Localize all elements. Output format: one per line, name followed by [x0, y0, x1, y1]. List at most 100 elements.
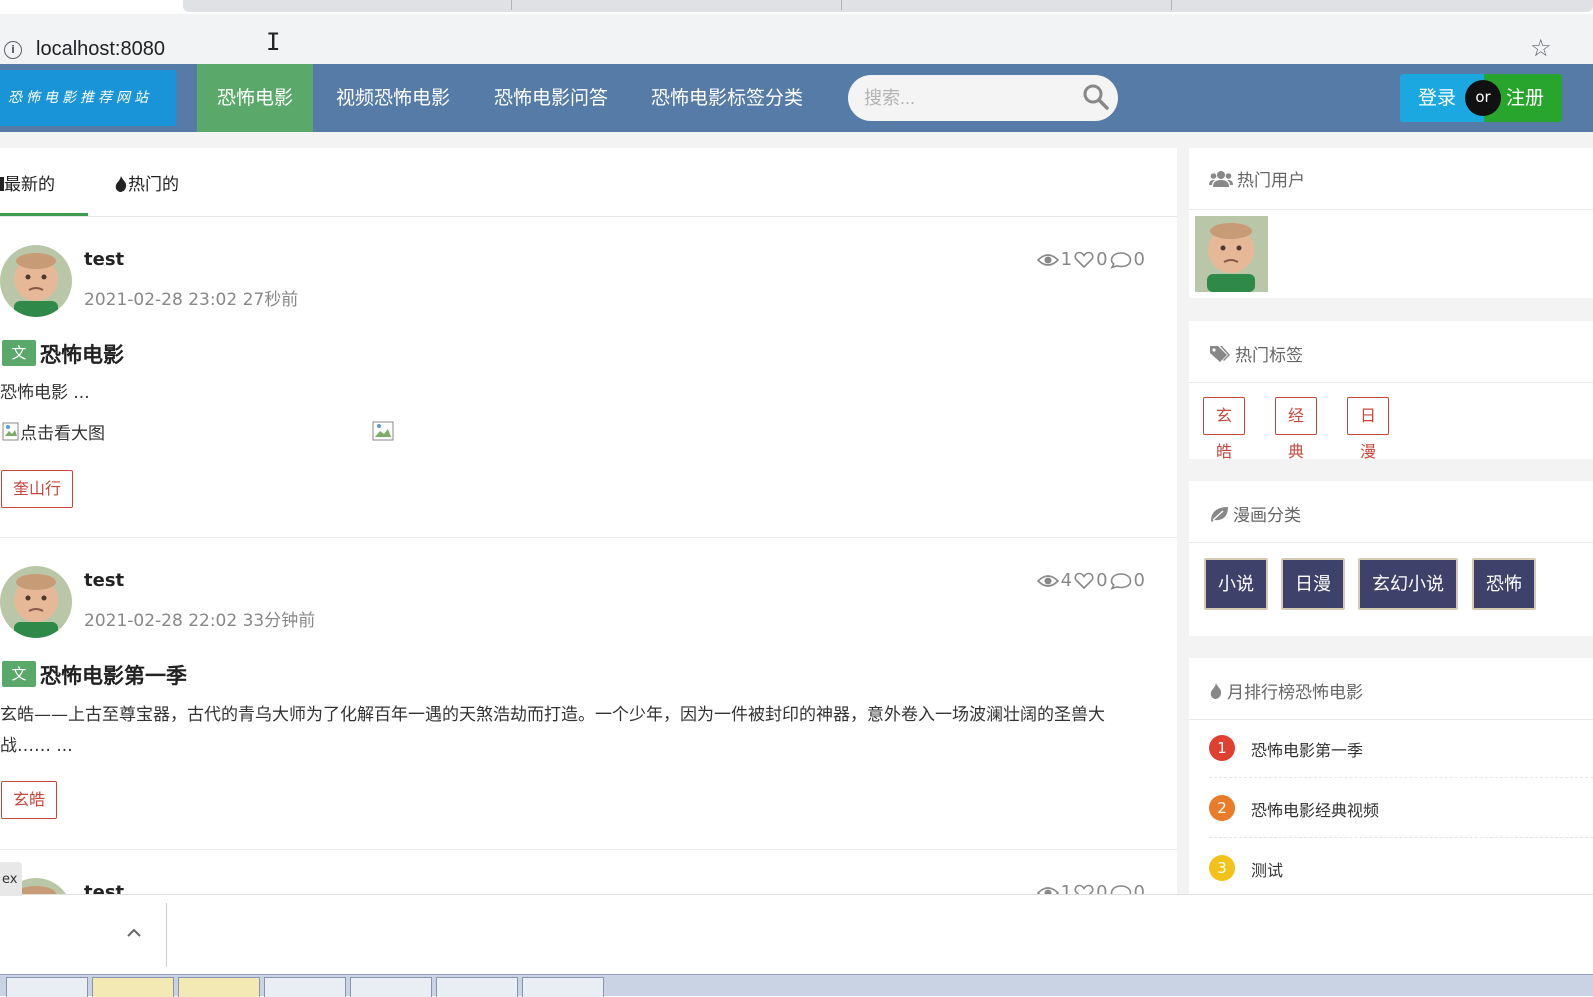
tab-hot[interactable]: 热门的: [114, 170, 179, 195]
browser-tabstrip: [0, 0, 1593, 14]
search-input[interactable]: [864, 85, 1084, 111]
avatar[interactable]: [0, 566, 72, 638]
post-card[interactable]: test 2021-02-28 22:02 33分钟前 4 0 0 文 恐怖电影…: [0, 538, 1177, 850]
post-card[interactable]: test 2021-02-28 23:02 27秒前 1 0 0 文 恐怖电影 …: [0, 217, 1177, 538]
tags-icon: [1210, 345, 1230, 362]
bookmark-star-icon[interactable]: ☆: [1530, 34, 1552, 62]
leaf-icon: [1211, 506, 1228, 522]
post-image-alt: 点击看大图: [20, 424, 105, 444]
view-count: 4: [1060, 570, 1073, 591]
nav-item-horror-qa[interactable]: 恐怖电影问答: [474, 64, 628, 132]
like-count: 0: [1096, 570, 1108, 591]
broken-image-icon: [372, 421, 394, 441]
comment-icon[interactable]: [1110, 884, 1132, 895]
category-button[interactable]: 日漫: [1281, 558, 1345, 610]
divider: [1189, 382, 1593, 383]
taskbar-item[interactable]: [350, 977, 432, 997]
post-excerpt: 玄皓——上古至尊宝器，古代的青乌大师为了化解百年一遇的天煞浩劫而打造。一个少年，…: [0, 705, 1105, 756]
url-text[interactable]: localhost:8080: [36, 38, 165, 61]
post-type-badge: 文: [2, 340, 36, 366]
rank-number: 3: [1209, 855, 1235, 881]
heart-icon[interactable]: [1074, 884, 1094, 895]
post-tag[interactable]: 玄皓: [1, 781, 58, 819]
auth-buttons: 登录 注册 or: [1400, 74, 1562, 122]
hot-user-avatar[interactable]: [1195, 216, 1268, 292]
ranking-item[interactable]: 2 恐怖电影经典视频: [1209, 778, 1593, 838]
post-image-thumb[interactable]: [372, 421, 394, 441]
floating-chip[interactable]: ex: [0, 862, 22, 896]
browser-tab-bar[interactable]: [183, 0, 1593, 12]
chevron-up-icon[interactable]: [126, 925, 142, 941]
nav-item-horror-tags[interactable]: 恐怖电影标签分类: [631, 64, 823, 132]
divider: [1189, 542, 1593, 543]
heart-icon[interactable]: [1074, 572, 1094, 590]
view-count: 1: [1060, 882, 1073, 894]
search-icon[interactable]: [1082, 83, 1110, 111]
monthly-ranking-widget: 月排行榜恐怖电影 1 恐怖电影第一季 2 恐怖电影经典视频 3 测试: [1189, 658, 1593, 894]
hot-tags-header: 热门标签: [1209, 341, 1303, 366]
search-box: [848, 75, 1118, 121]
tab-hot-label: 热门的: [128, 175, 179, 195]
hot-users-title: 热门用户: [1237, 171, 1305, 191]
ranking-item[interactable]: 3 测试: [1209, 838, 1593, 898]
taskbar-item[interactable]: [264, 977, 346, 997]
post-title[interactable]: 恐怖电影: [40, 339, 124, 369]
post-tag[interactable]: 奎山行: [1, 470, 74, 508]
rank-title[interactable]: 恐怖电影经典视频: [1251, 797, 1379, 821]
nav-item-horror-movies[interactable]: 恐怖电影: [197, 64, 314, 132]
categories-widget: 漫画分类 小说 日漫 玄幻小说 恐怖: [1189, 481, 1593, 636]
category-button[interactable]: 小说: [1204, 558, 1268, 610]
users-icon: [1209, 170, 1233, 187]
hot-tag[interactable]: 日漫: [1347, 397, 1390, 461]
post-type-badge: 文: [2, 661, 36, 687]
ranking-item[interactable]: 1 恐怖电影第一季: [1209, 718, 1593, 778]
active-tab-underline: [0, 213, 88, 216]
avatar[interactable]: [0, 245, 72, 317]
feed-tabs: 最新的 热门的: [0, 148, 1177, 217]
or-badge: or: [1465, 80, 1501, 116]
heart-icon[interactable]: [1074, 251, 1094, 269]
like-count: 0: [1096, 882, 1108, 894]
category-button[interactable]: 恐怖: [1472, 558, 1536, 610]
fire-icon: [1210, 682, 1222, 699]
os-taskbar: [0, 974, 1593, 997]
comment-icon[interactable]: [1109, 251, 1132, 269]
post-feed: 最新的 热门的 test 2021-02-28 23:02 27秒前 1 0 0…: [0, 148, 1177, 894]
rank-title[interactable]: 恐怖电影第一季: [1251, 737, 1363, 761]
tab-latest[interactable]: 最新的: [0, 170, 55, 195]
rank-number: 1: [1209, 735, 1235, 761]
broken-image-icon: [2, 422, 19, 440]
rank-number: 2: [1209, 795, 1235, 821]
hot-tag[interactable]: 经典: [1275, 397, 1318, 461]
comment-icon[interactable]: [1109, 572, 1132, 590]
post-title[interactable]: 恐怖电影第一季: [40, 660, 187, 690]
hot-tags-title: 热门标签: [1235, 346, 1303, 366]
eye-icon: [1036, 574, 1059, 587]
hot-tags-widget: 热门标签 玄皓 经典 日漫: [1189, 321, 1593, 461]
post-author[interactable]: test: [84, 249, 124, 270]
info-icon[interactable]: i: [4, 41, 22, 59]
taskbar-item[interactable]: [522, 977, 604, 997]
taskbar-item[interactable]: [178, 977, 260, 997]
post-date: 2021-02-28 22:02 33分钟前: [84, 611, 316, 631]
comment-count: 0: [1133, 249, 1145, 270]
nav-item-video-horror[interactable]: 视频恐怖电影: [316, 64, 470, 132]
comment-count: 0: [1133, 882, 1145, 894]
taskbar-item[interactable]: [6, 977, 88, 997]
taskbar-item[interactable]: [436, 977, 518, 997]
rank-title[interactable]: 测试: [1251, 857, 1283, 881]
post-excerpt: 恐怖电影 ...: [0, 383, 90, 403]
ranking-title: 月排行榜恐怖电影: [1227, 683, 1363, 703]
site-logo[interactable]: 恐怖电影推荐网站: [0, 70, 176, 126]
divider: [1189, 209, 1593, 210]
post-card[interactable]: test 1 0 0: [0, 850, 1177, 894]
tab-latest-label: 最新的: [4, 175, 55, 195]
post-image[interactable]: 点击看大图: [2, 419, 105, 444]
category-button[interactable]: 玄幻小说: [1358, 558, 1458, 610]
post-author[interactable]: test: [84, 882, 124, 894]
post-author[interactable]: test: [84, 570, 124, 591]
post-date: 2021-02-28 23:02 27秒前: [84, 290, 299, 310]
bottom-panel: [0, 894, 1593, 974]
taskbar-item[interactable]: [92, 977, 174, 997]
hot-tag[interactable]: 玄皓: [1203, 397, 1246, 461]
